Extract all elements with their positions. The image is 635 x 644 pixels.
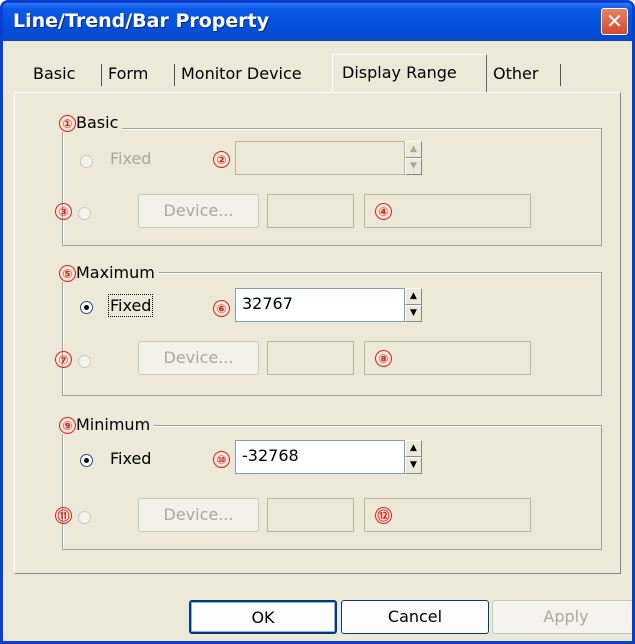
minimum-device-radio[interactable]: [78, 511, 91, 524]
maximum-fixed-input[interactable]: 32767: [235, 288, 405, 322]
maximum-device-input[interactable]: [267, 341, 354, 375]
marker-9: ⑨: [59, 417, 76, 434]
minimum-group-label: ⑨ Minimum: [59, 415, 155, 434]
basic-fixed-label: Fixed: [110, 149, 152, 168]
marker-5: ⑤: [59, 265, 76, 282]
marker-6: ⑥: [213, 300, 230, 317]
minimum-fixed-label[interactable]: Fixed: [110, 449, 151, 468]
maximum-fixed-label[interactable]: Fixed: [107, 294, 154, 317]
tab-label: Basic: [33, 64, 76, 83]
tab-label: Form: [108, 64, 149, 83]
minimum-spinner[interactable]: ▲ ▼: [405, 440, 422, 474]
minimum-fixed-radio[interactable]: [80, 454, 93, 467]
close-icon[interactable]: ✕: [601, 8, 628, 35]
marker-7: ⑦: [55, 351, 72, 368]
title-bar[interactable]: Line/Trend/Bar Property ✕: [3, 3, 632, 41]
marker-3: ③: [55, 203, 72, 220]
marker-12: ⑫: [375, 507, 392, 524]
minimum-device-comment: ⑫: [364, 498, 531, 532]
minimum-fixed-input[interactable]: -32768: [235, 440, 405, 474]
tab-basic[interactable]: Basic: [27, 59, 102, 92]
basic-device-button[interactable]: Device...: [138, 194, 259, 228]
marker-8: ⑧: [375, 350, 392, 367]
basic-group-label: ① Basic: [59, 113, 123, 132]
property-dialog: Line/Trend/Bar Property ✕ Basic Form Mon…: [0, 0, 635, 644]
spin-up-icon[interactable]: ▲: [405, 141, 422, 158]
ok-button[interactable]: OK: [189, 600, 337, 634]
window-title: Line/Trend/Bar Property: [13, 10, 270, 32]
tab-monitor-device[interactable]: Monitor Device: [175, 59, 332, 92]
spin-down-icon[interactable]: ▼: [405, 158, 422, 175]
marker-4: ④: [375, 203, 392, 220]
basic-fixed-input[interactable]: [235, 141, 405, 175]
maximum-device-radio[interactable]: [78, 355, 91, 368]
basic-device-input[interactable]: [267, 194, 354, 228]
tab-label: Display Range: [342, 63, 457, 82]
maximum-device-comment: ⑧: [364, 341, 531, 375]
maximum-device-button[interactable]: Device...: [138, 341, 259, 375]
minimum-device-input[interactable]: [267, 498, 354, 532]
marker-1: ①: [59, 115, 76, 132]
minimum-label: Minimum: [76, 415, 151, 434]
spin-up-icon[interactable]: ▲: [405, 440, 422, 457]
maximum-label: Maximum: [76, 263, 155, 282]
basic-spinner[interactable]: ▲ ▼: [405, 141, 422, 175]
tab-display-range[interactable]: Display Range: [332, 54, 487, 92]
marker-2: ②: [213, 151, 230, 168]
marker-10: ⑩: [213, 451, 230, 468]
maximum-spinner[interactable]: ▲ ▼: [405, 288, 422, 322]
basic-label: Basic: [76, 113, 119, 132]
tab-label: Other: [493, 64, 539, 83]
maximum-fixed-value: 32767: [242, 294, 293, 313]
basic-device-comment: ④: [364, 194, 531, 228]
maximum-fixed-radio[interactable]: [80, 301, 93, 314]
basic-fixed-radio[interactable]: [80, 155, 93, 168]
maximum-group-label: ⑤ Maximum: [59, 263, 159, 282]
minimum-fixed-value: -32768: [242, 446, 299, 465]
spin-down-icon[interactable]: ▼: [405, 457, 422, 474]
spin-down-icon[interactable]: ▼: [405, 305, 422, 322]
tab-label: Monitor Device: [181, 64, 302, 83]
tab-other[interactable]: Other: [487, 59, 561, 92]
tab-form[interactable]: Form: [102, 59, 175, 92]
apply-button[interactable]: Apply: [492, 600, 632, 634]
minimum-device-button[interactable]: Device...: [138, 498, 259, 532]
spin-up-icon[interactable]: ▲: [405, 288, 422, 305]
basic-device-radio[interactable]: [78, 207, 91, 220]
marker-11: ⑪: [55, 507, 72, 524]
cancel-button[interactable]: Cancel: [341, 600, 489, 634]
